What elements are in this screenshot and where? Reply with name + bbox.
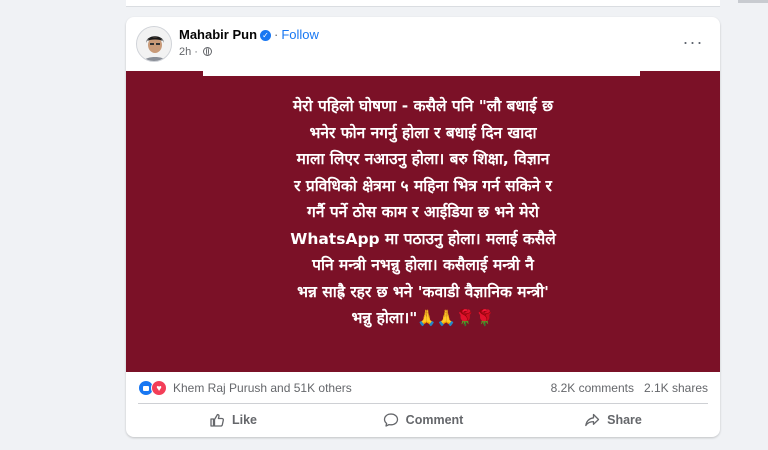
avatar[interactable]: [136, 26, 172, 62]
author-name[interactable]: Mahabir Pun: [179, 27, 257, 42]
follow-button[interactable]: Follow: [281, 27, 319, 42]
post-image-text: मेरो पहिलो घोषणा - कसैले पनि "लौ बधाई छ …: [290, 97, 556, 327]
share-button[interactable]: Share: [518, 405, 708, 435]
comment-label: Comment: [405, 413, 464, 427]
post-time[interactable]: 2h: [179, 46, 191, 58]
author-line: Mahabir Pun ✓ · Follow: [179, 27, 319, 42]
verified-icon: ✓: [260, 30, 272, 41]
separator-dot: ·: [274, 27, 279, 42]
like-button[interactable]: Like: [138, 405, 328, 435]
avatar-photo: [137, 27, 171, 61]
comment-button[interactable]: Comment: [328, 405, 518, 435]
share-icon: [585, 413, 600, 427]
more-icon[interactable]: ···: [680, 31, 706, 57]
post-card: Mahabir Pun ✓ · Follow 2h · ··· मेरो पहिलो घ…: [126, 17, 720, 437]
scroll-edge: [738, 0, 768, 3]
reaction-summary: ♥ Khem Raj Purush and 51K others 8.2K co…: [126, 372, 720, 402]
share-label: Share: [607, 413, 642, 427]
like-label: Like: [231, 413, 257, 427]
previous-post-edge: [126, 0, 720, 7]
post-image[interactable]: मेरो पहिलो घोषणा - कसैले पनि "लौ बधाई छ …: [126, 71, 720, 372]
comments-count[interactable]: 8.2K comments: [551, 381, 634, 395]
reactors-text[interactable]: Khem Raj Purush and 51K others: [173, 381, 352, 395]
comment-icon: [383, 413, 398, 427]
divider: [138, 403, 708, 404]
love-reaction-icon: ♥: [151, 380, 167, 396]
image-top-bar: [203, 71, 640, 76]
post-meta: 2h ·: [179, 46, 212, 58]
post-header: Mahabir Pun ✓ · Follow 2h · ···: [126, 17, 720, 71]
action-bar: Like Comment Share: [138, 405, 708, 435]
thumbs-up-icon: [210, 413, 224, 427]
globe-icon: [202, 47, 212, 56]
reaction-icons[interactable]: ♥: [138, 380, 168, 396]
engagement-counts: 8.2K comments 2.1K shares: [551, 381, 708, 395]
meta-separator-dot: ·: [194, 46, 198, 58]
shares-count[interactable]: 2.1K shares: [644, 381, 708, 395]
